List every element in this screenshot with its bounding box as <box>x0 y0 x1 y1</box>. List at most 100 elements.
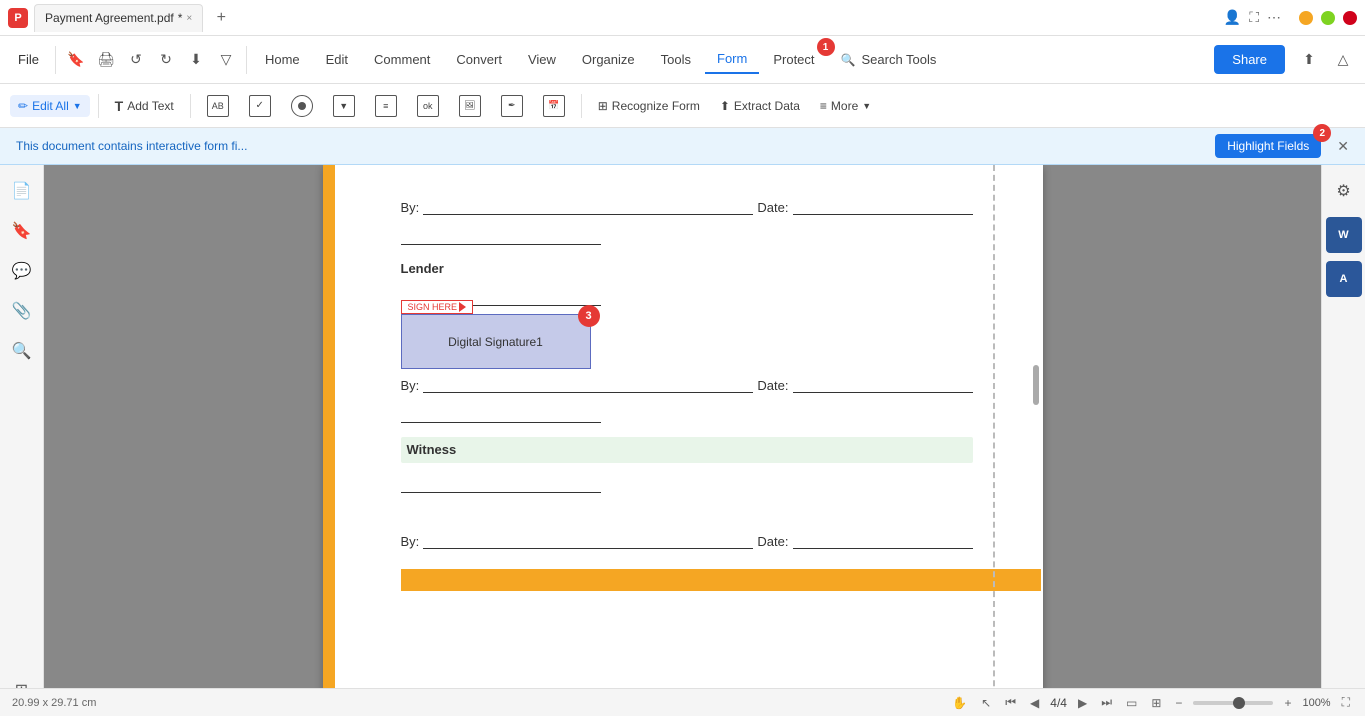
checkbox-button[interactable]: ✓ <box>241 91 279 121</box>
ok-button[interactable]: ok <box>409 91 447 121</box>
notification-close-icon[interactable]: ✕ <box>1337 138 1349 155</box>
standalone-line-1 <box>401 229 601 245</box>
toolbar: ✏ Edit All ▼ T Add Text AB ✓ ▼ ≡ ok 🖼 ✒ … <box>0 84 1365 128</box>
select-tool-icon[interactable]: ↖ <box>978 696 994 710</box>
more-button[interactable]: ≡ More ▼ <box>812 95 879 117</box>
file-tab[interactable]: Payment Agreement.pdf * × <box>34 4 203 32</box>
sidebar-search-icon[interactable]: 🔍 <box>4 333 40 369</box>
download-icon[interactable]: ⬇ <box>182 46 210 74</box>
edit-all-button[interactable]: ✏ Edit All ▼ <box>10 95 90 117</box>
profile-icon[interactable]: 👤 <box>1224 9 1241 26</box>
by-label-top: By: <box>401 200 420 215</box>
menu-tools[interactable]: Tools <box>649 46 703 73</box>
zoom-slider[interactable] <box>1193 701 1273 705</box>
date-field-witness[interactable] <box>793 533 973 549</box>
menu-right-icons: ⬆ △ <box>1295 46 1357 74</box>
menubar: File 🔖 🖨 ↺ ↻ ⬇ ▽ Home Edit Comment Conve… <box>0 36 1365 84</box>
print-icon[interactable]: 🖨 <box>92 46 120 74</box>
list-field-icon: ≡ <box>375 95 397 117</box>
menu-protect[interactable]: Protect 1 <box>761 46 826 73</box>
text-icon: T <box>115 98 124 114</box>
date-field-button[interactable]: 📅 <box>535 91 573 121</box>
menu-edit[interactable]: Edit <box>314 46 360 73</box>
pdf-content: By: Date: Lender <box>393 199 973 591</box>
redo-icon[interactable]: ↻ <box>152 46 180 74</box>
by-field-top[interactable] <box>423 199 753 215</box>
two-page-icon[interactable]: ⊞ <box>1148 696 1164 710</box>
tab-close-icon[interactable]: × <box>186 13 192 24</box>
signature-field-button[interactable]: ✒ <box>493 91 531 121</box>
standalone-line-4 <box>401 477 601 493</box>
bookmark-icon[interactable]: 🔖 <box>62 46 90 74</box>
digital-signature-box[interactable]: Digital Signature1 3 <box>401 314 591 369</box>
date-field-sig[interactable] <box>793 377 973 393</box>
next-page-button[interactable]: ▶ <box>1075 696 1090 710</box>
date-field-top[interactable] <box>793 199 973 215</box>
upload-icon[interactable]: ⬆ <box>1295 46 1323 74</box>
sidebar-bookmarks-icon[interactable]: 🔖 <box>4 213 40 249</box>
notification-bar: This document contains interactive form … <box>0 128 1365 165</box>
share-button[interactable]: Share <box>1214 45 1285 74</box>
menu-view[interactable]: View <box>516 46 568 73</box>
right-ai-icon[interactable]: A <box>1326 261 1362 297</box>
right-word-icon[interactable]: W <box>1326 217 1362 253</box>
first-page-button[interactable]: ⏮ <box>1002 695 1019 710</box>
sidebar-attachments-icon[interactable]: 📎 <box>4 293 40 329</box>
highlight-fields-button[interactable]: Highlight Fields 2 <box>1215 134 1321 158</box>
notification-actions: Highlight Fields 2 ✕ <box>1215 134 1349 158</box>
zoom-out-button[interactable]: − <box>1172 696 1185 710</box>
dropdown-field-button[interactable]: ▼ <box>325 91 363 121</box>
sign-here-tag: SIGN HERE <box>401 300 474 314</box>
standalone-line-3 <box>401 407 601 423</box>
date-field-icon: 📅 <box>543 95 565 117</box>
menu-organize[interactable]: Organize <box>570 46 647 73</box>
menu-convert[interactable]: Convert <box>444 46 514 73</box>
last-page-button[interactable]: ⏭ <box>1098 695 1115 710</box>
add-text-button[interactable]: T Add Text <box>107 94 182 118</box>
sidebar-pages-icon[interactable]: 📄 <box>4 173 40 209</box>
menu-form[interactable]: Form <box>705 45 759 74</box>
zoom-in-button[interactable]: + <box>1281 696 1294 710</box>
menu-divider-2 <box>246 46 247 74</box>
right-settings-icon[interactable]: ⚙ <box>1326 173 1362 209</box>
prev-page-button[interactable]: ◀ <box>1027 696 1042 710</box>
fit-page-icon[interactable]: ⛶ <box>1339 695 1353 710</box>
lender-title: Lender <box>401 261 973 276</box>
by-field-witness[interactable] <box>423 533 753 549</box>
by-date-row-top: By: Date: <box>401 199 973 215</box>
date-label-sig: Date: <box>757 378 788 393</box>
scroll-thumb[interactable] <box>1033 365 1039 405</box>
menu-search-tools[interactable]: 🔍 Search Tools <box>829 46 949 73</box>
undo-icon[interactable]: ↺ <box>122 46 150 74</box>
toolbar-divider-3 <box>581 94 582 118</box>
expand-icon[interactable]: ▽ <box>212 46 240 74</box>
date-label-top: Date: <box>757 200 788 215</box>
menu-file-label[interactable]: File <box>18 52 39 67</box>
list-field-button[interactable]: ≡ <box>367 91 405 121</box>
more-options-icon[interactable]: ⋯ <box>1267 9 1281 26</box>
radio-button[interactable] <box>283 91 321 121</box>
collapse-icon[interactable]: △ <box>1329 46 1357 74</box>
highlight-badge: 2 <box>1313 124 1331 142</box>
close-button[interactable] <box>1343 11 1357 25</box>
sidebar-comments-icon[interactable]: 💬 <box>4 253 40 289</box>
menu-home[interactable]: Home <box>253 46 312 73</box>
restore-button[interactable] <box>1321 11 1335 25</box>
menu-comment[interactable]: Comment <box>362 46 442 73</box>
minimize-button[interactable] <box>1299 11 1313 25</box>
hand-tool-icon[interactable]: ✋ <box>949 696 970 710</box>
fullscreen-icon[interactable]: ⛶ <box>1249 9 1259 26</box>
toolbar-divider-2 <box>190 94 191 118</box>
sig-field-icon: ✒ <box>501 95 523 117</box>
more-icon: ≡ <box>820 99 827 113</box>
add-tab-button[interactable]: + <box>209 6 233 30</box>
extract-data-button[interactable]: ⬆ Extract Data <box>712 95 808 117</box>
by-field-sig[interactable] <box>423 377 753 393</box>
titlebar-left: P Payment Agreement.pdf * × + <box>8 4 233 32</box>
text-field-button[interactable]: AB <box>199 91 237 121</box>
image-field-button[interactable]: 🖼 <box>451 91 489 121</box>
text-field-icon: AB <box>207 95 229 117</box>
pdf-scroll-area[interactable]: By: Date: Lender <box>44 165 1321 716</box>
recognize-form-button[interactable]: ⊞ Recognize Form <box>590 95 708 117</box>
single-page-icon[interactable]: ▭ <box>1123 696 1140 710</box>
